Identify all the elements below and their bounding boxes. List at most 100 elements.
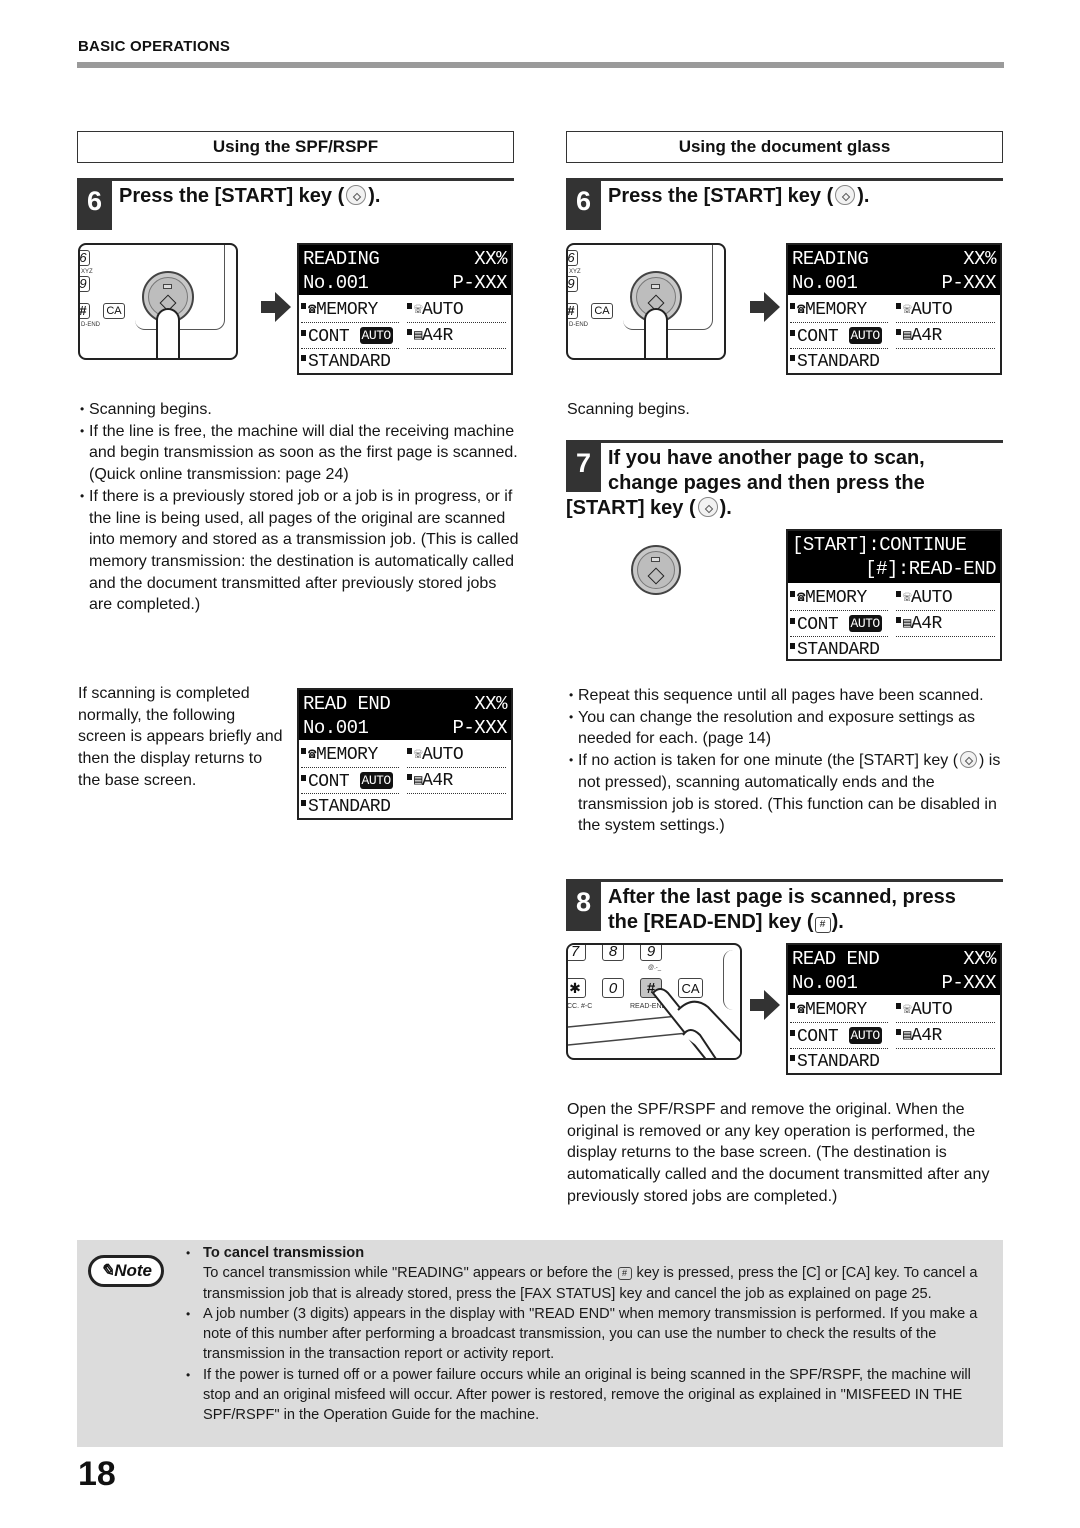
- lcd-read-end-hint: [#]:READ-END: [865, 558, 996, 580]
- control-panel-illustration: 6 XYZ 9 # CA D-END: [78, 243, 238, 360]
- hash-key-icon: #: [617, 1267, 632, 1281]
- paper-size-icon: ▤: [903, 1028, 911, 1044]
- list-item: To cancel transmission To cancel transmi…: [184, 1243, 994, 1304]
- paper-size-icon: ▤: [903, 328, 911, 344]
- note-text: To cancel transmission while "READING" a…: [203, 1265, 617, 1282]
- step-title-line: change pages and then press the: [608, 472, 925, 494]
- lcd-cont-badge: AUTO: [848, 327, 882, 344]
- lcd-paper: A4R: [421, 326, 453, 346]
- list-item: A job number (3 digits) appears in the d…: [184, 1304, 994, 1365]
- receive-mode-icon: ☏: [414, 747, 422, 763]
- lcd-resolution: STANDARD: [308, 797, 391, 817]
- key-ca: CA: [591, 303, 613, 319]
- finger-icon: [156, 308, 180, 358]
- step-6-document-glass: 6 Press the [START] key ().: [566, 178, 1003, 230]
- lcd-page-count: P-XXX: [941, 972, 996, 994]
- lcd-percent: XX%: [474, 693, 507, 715]
- memory-transmit-icon: ☎: [797, 1002, 805, 1018]
- paper-size-icon: ▤: [903, 616, 911, 632]
- key-ca: CA: [103, 303, 125, 319]
- start-key-icon: [346, 185, 367, 205]
- paper-size-icon: ▤: [414, 328, 422, 344]
- lcd-cont: CONT: [797, 327, 839, 347]
- lcd-memory: MEMORY: [804, 1000, 867, 1020]
- section-divider: [77, 62, 1004, 68]
- lcd-memory: MEMORY: [804, 300, 867, 320]
- key-hash: #: [568, 303, 578, 319]
- section-header: BASIC OPERATIONS: [78, 38, 231, 55]
- memory-transmit-icon: ☎: [797, 302, 805, 318]
- step-number: 6: [77, 178, 112, 230]
- lcd-start-continue: [START]:CONTINUE: [792, 534, 967, 556]
- key-9: 9: [568, 276, 578, 292]
- lcd-percent: XX%: [474, 248, 507, 270]
- lcd-status: READING: [792, 248, 869, 270]
- lcd-page-count: P-XXX: [452, 272, 507, 294]
- receive-mode-icon: ☏: [414, 302, 422, 318]
- column-title-spf: Using the SPF/RSPF: [77, 131, 514, 163]
- step-title-line: the [READ-END] key (#).: [608, 910, 956, 935]
- key-9: 9: [80, 276, 90, 292]
- scanning-begins-text: Scanning begins.: [567, 401, 690, 418]
- step-6-spf: 6 Press the [START] key ().: [77, 178, 514, 230]
- key-hash: #: [80, 303, 90, 319]
- pencil-icon: ✎: [99, 1261, 115, 1280]
- lcd-auto: AUTO: [910, 588, 953, 608]
- list-item: If the power is turned off or a power fa…: [184, 1365, 994, 1426]
- lcd-status: READING: [303, 248, 380, 270]
- step-divider: [566, 178, 1003, 181]
- lcd-memory: MEMORY: [804, 588, 867, 608]
- start-key-icon: [697, 497, 718, 517]
- lcd-cont-badge: AUTO: [848, 615, 882, 632]
- list-item: Scanning begins.: [80, 399, 520, 421]
- note-list: To cancel transmission To cancel transmi…: [184, 1243, 994, 1426]
- hand-icon: [568, 988, 740, 1058]
- memory-transmit-icon: ☎: [308, 747, 316, 763]
- lcd-job-number: No.001: [792, 972, 858, 994]
- key-6: 6: [80, 250, 90, 266]
- final-instruction-text: Open the SPF/RSPF and remove the origina…: [567, 1101, 990, 1205]
- lcd-read-end-document-glass: READ END XX% No.001 P-XXX ☎MEMORY ☏AUTO CON…: [786, 943, 1002, 1075]
- lcd-page-count: P-XXX: [452, 717, 507, 739]
- step-divider: [566, 879, 1003, 882]
- step-divider: [77, 178, 514, 181]
- column-title-document-glass: Using the document glass: [566, 131, 1003, 163]
- lcd-percent: XX%: [963, 948, 996, 970]
- lcd-resolution: STANDARD: [308, 352, 391, 372]
- lcd-auto: AUTO: [910, 1000, 953, 1020]
- lcd-job-number: No.001: [303, 272, 369, 294]
- lcd-paper: A4R: [910, 614, 942, 634]
- start-button-illustration: [631, 545, 681, 595]
- lcd-paper: A4R: [910, 326, 942, 346]
- lcd-resolution: STANDARD: [797, 1052, 880, 1072]
- list-item-text: If no action is taken for one minute (th…: [578, 752, 959, 770]
- list-item: Repeat this sequence until all pages hav…: [569, 685, 1009, 707]
- step7-notes: Repeat this sequence until all pages hav…: [569, 685, 1009, 837]
- key-6: 6: [568, 250, 578, 266]
- lcd-auto: AUTO: [421, 300, 464, 320]
- start-key-icon: [835, 185, 856, 205]
- lcd-cont: CONT: [308, 772, 350, 792]
- list-item: If the line is free, the machine will di…: [80, 421, 520, 486]
- note-subhead: To cancel transmission: [203, 1245, 365, 1261]
- step-divider: [566, 440, 1003, 443]
- lcd-paper: A4R: [910, 1026, 942, 1046]
- step-title-text: Press the [START] key (: [119, 185, 345, 207]
- note-box: ✎Note To cancel transmission To cancel t…: [77, 1240, 1003, 1447]
- memory-transmit-icon: ☎: [797, 590, 805, 606]
- arrow-right-icon: [750, 990, 780, 1020]
- note-badge: ✎Note: [88, 1255, 164, 1287]
- step-number: 7: [566, 440, 601, 492]
- lcd-continue: [START]:CONTINUE [#]:READ-END ☎MEMORY ☏AU…: [786, 529, 1002, 661]
- lcd-auto: AUTO: [910, 300, 953, 320]
- note-badge-label: Note: [114, 1261, 153, 1280]
- lcd-line: [START]:CONTINUE: [792, 533, 996, 557]
- step-title-suffix: ).: [719, 497, 732, 519]
- key-label-xyz: XYZ: [569, 269, 581, 275]
- lcd-cont: CONT: [797, 1027, 839, 1047]
- step-title: Press the [START] key ().: [608, 184, 869, 209]
- key-label-read-end: D-END: [81, 322, 100, 328]
- step-title-suffix: ).: [368, 185, 381, 207]
- lcd-reading-spf: READING XX% No.001 P-XXX ☎MEMORY ☏AUTO CONT…: [297, 243, 513, 375]
- arrow-right-icon: [261, 292, 291, 322]
